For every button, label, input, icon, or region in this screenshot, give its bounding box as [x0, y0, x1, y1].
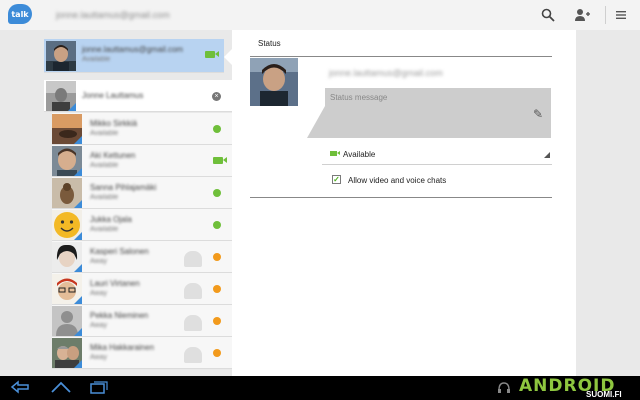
avatar: [52, 274, 82, 304]
contact-row-self[interactable]: jonne.lauttamus@gmail.com Available: [44, 39, 224, 73]
avatar-corner-badge: [68, 103, 76, 111]
contact-status: Away: [90, 322, 107, 329]
avatar: [46, 41, 76, 71]
edit-pencil-icon[interactable]: ✎: [533, 107, 543, 121]
contact-name: jonne.lauttamus@gmail.com: [82, 45, 184, 54]
status-bubble-tail: [307, 106, 325, 138]
avatar: [52, 146, 82, 176]
avatar-corner-badge: [74, 136, 82, 144]
avatar: [52, 338, 82, 368]
contact-row[interactable]: Jukka Ojala Available: [52, 209, 232, 241]
contact-name: Jonne Lauttamus: [82, 91, 144, 100]
panel-title: Status: [258, 39, 281, 48]
online-status-icon: [213, 125, 221, 133]
android-device-icon: [184, 315, 202, 331]
avatar-corner-badge: [74, 296, 82, 304]
contact-status: Away: [90, 290, 107, 297]
avatar: [52, 242, 82, 272]
avatar: [52, 306, 82, 336]
brand-subtitle: SUOMI.FI: [586, 390, 622, 399]
contact-name: Jukka Ojala: [90, 215, 132, 224]
video-voice-checkbox[interactable]: ✓: [332, 175, 341, 184]
headset-icon: [498, 382, 510, 397]
contact-status: Available: [90, 130, 119, 137]
contact-status: Available: [82, 56, 111, 63]
away-status-icon: [213, 349, 221, 357]
contact-name: Pekka Nieminen: [90, 311, 149, 320]
contact-row[interactable]: Jonne Lauttamus ×: [44, 80, 232, 112]
contact-name: Lauri Virtanen: [90, 279, 140, 288]
availability-label: Available: [343, 150, 376, 159]
talk-logo[interactable]: talk: [8, 4, 32, 24]
android-device-icon: [184, 283, 202, 299]
divider: [322, 164, 552, 165]
profile-avatar[interactable]: [250, 58, 298, 106]
video-chat-icon: [213, 157, 227, 164]
selection-pointer: [224, 49, 232, 65]
avatar: [46, 81, 76, 111]
checkbox-label: Allow video and voice chats: [348, 176, 447, 185]
contact-row[interactable]: Pekka Nieminen Away: [52, 305, 232, 337]
away-status-icon: [213, 317, 221, 325]
contact-status: Available: [90, 194, 119, 201]
availability-dropdown[interactable]: Available: [322, 144, 552, 164]
back-icon[interactable]: [10, 380, 30, 397]
video-camera-icon: [330, 151, 340, 156]
menu-icon[interactable]: [611, 5, 631, 25]
avatar: [52, 210, 82, 240]
contact-name: Mika Hakkarainen: [90, 343, 155, 352]
add-friend-icon[interactable]: [572, 5, 592, 25]
contact-row[interactable]: Lauri Virtanen Away: [52, 273, 232, 305]
video-voice-option[interactable]: ✓ Allow video and voice chats: [332, 173, 532, 187]
contact-row[interactable]: Aki Kettunen Available: [52, 145, 232, 177]
away-status-icon: [213, 285, 221, 293]
contact-row[interactable]: Mikko Sirkkiä Available: [52, 113, 232, 145]
avatar-corner-badge: [74, 264, 82, 272]
online-status-icon: [213, 221, 221, 229]
contact-status: Available: [90, 226, 119, 233]
avatar: [52, 178, 82, 208]
android-device-icon: [184, 251, 202, 267]
contact-name: Sanna Pihlajamäki: [90, 183, 157, 192]
android-device-icon: [184, 347, 202, 363]
contact-row[interactable]: Sanna Pihlajamäki Available: [52, 177, 232, 209]
status-message-placeholder: Status message: [330, 93, 388, 102]
avatar-corner-badge: [74, 232, 82, 240]
avatar-corner-badge: [74, 168, 82, 176]
divider: [250, 197, 552, 198]
contact-name: Aki Kettunen: [90, 151, 136, 160]
divider: [250, 56, 552, 57]
system-bar: ANDROID SUOMI.FI: [0, 376, 640, 400]
contact-list: jonne.lauttamus@gmail.com Available Jonn…: [0, 30, 232, 376]
contact-row[interactable]: Kasperi Salonen Away: [52, 241, 232, 273]
dropdown-caret-icon: [544, 152, 550, 158]
toolbar-divider: [605, 6, 606, 24]
account-email[interactable]: jonne.lauttamus@gmail.com: [56, 10, 170, 20]
contact-name: Kasperi Salonen: [90, 247, 149, 256]
avatar-corner-badge: [74, 328, 82, 336]
avatar-corner-badge: [74, 200, 82, 208]
search-icon[interactable]: [538, 5, 558, 25]
home-icon[interactable]: [50, 380, 72, 397]
recent-apps-icon[interactable]: [90, 380, 108, 397]
away-status-icon: [213, 253, 221, 261]
profile-email: jonne.lauttamus@gmail.com: [329, 68, 443, 78]
contact-status: Available: [90, 162, 119, 169]
contact-row[interactable]: Mika Hakkarainen Away: [52, 337, 232, 369]
action-bar: talk jonne.lauttamus@gmail.com: [0, 0, 640, 30]
avatar: [52, 114, 82, 144]
contact-name: Mikko Sirkkiä: [90, 119, 138, 128]
status-panel: Status jonne.lauttamus@gmail.com Status …: [232, 30, 576, 376]
remove-icon[interactable]: ×: [212, 92, 221, 101]
video-chat-icon: [205, 51, 219, 58]
contact-status: Away: [90, 354, 107, 361]
contact-status: Away: [90, 258, 107, 265]
avatar-corner-badge: [74, 360, 82, 368]
online-status-icon: [213, 189, 221, 197]
